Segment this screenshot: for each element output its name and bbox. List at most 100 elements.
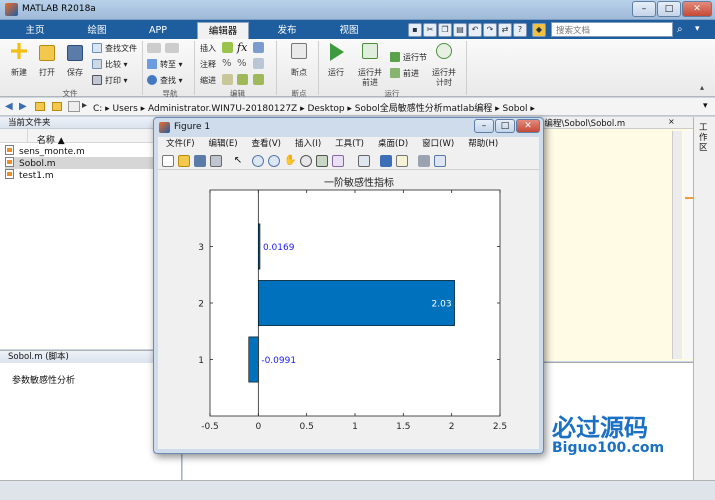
advance-button[interactable]: 前进 — [390, 68, 419, 79]
copy-quick-icon[interactable]: ❐ — [438, 23, 452, 37]
increase-indent-icon[interactable] — [237, 74, 248, 85]
editor-file-path: b编程\Sobol\Sobol.m — [539, 119, 626, 129]
goto-button[interactable]: 转至 ▾ — [147, 59, 183, 70]
tab-editor[interactable]: 编辑器 — [197, 22, 249, 39]
editor-close-icon[interactable]: × — [668, 117, 676, 129]
ribbon-separator — [318, 41, 319, 95]
hide-plot-tools-icon[interactable] — [418, 155, 430, 167]
indent-button[interactable]: 缩进 — [200, 75, 216, 86]
clock-icon — [436, 43, 452, 59]
back-nav-icon[interactable] — [147, 43, 161, 53]
help-quick-icon[interactable]: ? — [513, 23, 527, 37]
pointer-icon[interactable]: ↖ — [232, 155, 244, 167]
decrease-indent-icon[interactable] — [253, 74, 264, 85]
rotate-3d-icon[interactable] — [300, 155, 312, 167]
data-cursor-icon[interactable] — [316, 155, 328, 167]
menu-insert[interactable]: 插入(I) — [295, 139, 321, 149]
current-path[interactable]: C: ▸ Users ▸ Administrator.WIN7U-2018012… — [93, 101, 535, 114]
paste-quick-icon[interactable]: ▤ — [453, 23, 467, 37]
run-section-button[interactable]: 运行节 — [390, 52, 427, 63]
magnifier-icon — [147, 75, 157, 85]
comment-button[interactable]: 注释 — [200, 59, 216, 70]
data-label-3: 0.0169 — [263, 243, 295, 253]
close-button[interactable]: ✕ — [682, 1, 712, 17]
insert-menu-icon[interactable] — [253, 42, 264, 53]
new-figure-icon[interactable] — [162, 155, 174, 167]
title-bar: MATLAB R2018a – □ ✕ — [0, 0, 715, 20]
insert-colorbar-icon[interactable] — [380, 155, 392, 167]
cut-quick-icon[interactable]: ✂ — [423, 23, 437, 37]
analyzer-warning-marker[interactable] — [685, 197, 693, 199]
find-files-button[interactable]: 查找文件 — [92, 43, 137, 54]
browse-folder-icon[interactable] — [52, 102, 62, 111]
breakpoint-icon — [291, 43, 307, 59]
insert-legend-icon[interactable] — [396, 155, 408, 167]
menu-tools[interactable]: 工具(T) — [335, 139, 364, 149]
wrap-comments-icon[interactable] — [253, 58, 264, 69]
figure-minimize-button[interactable]: – — [474, 119, 494, 133]
print-button[interactable]: 打印 ▾ — [92, 75, 128, 86]
comment-percent-icon[interactable]: % — [222, 58, 232, 69]
watermark-url: Biguo100.com — [552, 440, 665, 456]
search-folder-icon[interactable] — [68, 101, 80, 112]
save-figure-icon[interactable] — [194, 155, 206, 167]
menu-help[interactable]: 帮助(H) — [468, 139, 498, 149]
open-file-icon[interactable] — [178, 155, 190, 167]
link-plot-icon[interactable] — [358, 155, 370, 167]
maximize-button[interactable]: □ — [657, 1, 681, 17]
bar-3 — [258, 223, 261, 270]
tab-view[interactable]: 视图 — [326, 22, 372, 39]
show-plot-tools-icon[interactable] — [434, 155, 446, 167]
tab-plots[interactable]: 绘图 — [74, 22, 120, 39]
insert-button[interactable]: 插入 — [200, 43, 216, 54]
menu-edit[interactable]: 编辑(E) — [209, 139, 238, 149]
save-quick-icon[interactable]: ▪ — [408, 23, 422, 37]
m-file-icon — [5, 169, 14, 179]
folder-up-icon[interactable] — [35, 102, 45, 111]
find-button[interactable]: 查找 ▾ — [147, 75, 183, 86]
figure-maximize-button[interactable]: □ — [495, 119, 515, 133]
insert-section-icon[interactable] — [222, 42, 233, 53]
bar-chart: 一阶敏感性指标 -0.5 0 0.5 1 1.5 2 2.5 1 2 3 -0.0991 2.03… — [198, 176, 507, 432]
minimize-button[interactable]: – — [632, 1, 656, 17]
path-dropdown-icon[interactable]: ▾ — [703, 101, 708, 111]
workspace-collapsed-panel[interactable]: 工作区 — [693, 117, 715, 480]
redo-quick-icon[interactable]: ↷ — [483, 23, 497, 37]
menu-file[interactable]: 文件(F) — [166, 139, 195, 149]
smart-indent-icon[interactable] — [222, 74, 233, 85]
brush-icon[interactable] — [332, 155, 344, 167]
pan-hand-icon[interactable]: ✋ — [284, 155, 296, 167]
menu-view[interactable]: 查看(V) — [252, 139, 281, 149]
tab-home[interactable]: 主页 — [12, 22, 58, 39]
collapse-ribbon-icon[interactable]: ▴ — [700, 83, 704, 92]
forward-nav-icon[interactable] — [165, 43, 179, 53]
menu-window[interactable]: 窗口(W) — [422, 139, 454, 149]
tab-publish[interactable]: 发布 — [264, 22, 310, 39]
function-fx-icon[interactable]: fx — [237, 41, 247, 54]
forward-arrow-icon[interactable]: ▶ — [19, 101, 27, 112]
figure-window[interactable]: Figure 1 – □ ✕ 文件(F) 编辑(E) 查看(V) 插入(I) 工具(T)… — [153, 117, 544, 454]
community-icon[interactable]: ◆ — [532, 23, 546, 37]
compare-button[interactable]: 比较 ▾ — [92, 59, 128, 70]
advance-icon — [390, 68, 400, 78]
search-icon[interactable]: ⌕ — [677, 24, 691, 36]
figure-canvas[interactable]: 一阶敏感性指标 -0.5 0 0.5 1 1.5 2 2.5 1 2 3 -0.0991 2.03… — [158, 170, 539, 449]
figure-close-button[interactable]: ✕ — [516, 119, 540, 133]
search-documentation-input[interactable] — [551, 22, 673, 37]
back-arrow-icon[interactable]: ◀ — [5, 101, 13, 112]
print-figure-icon[interactable] — [210, 155, 222, 167]
ribbon-separator — [466, 41, 467, 95]
zoom-in-icon[interactable] — [252, 155, 264, 167]
bell-icon[interactable]: ▾ — [695, 24, 709, 36]
run-section-icon — [390, 52, 400, 62]
zoom-out-icon[interactable] — [268, 155, 280, 167]
menu-desktop[interactable]: 桌面(D) — [378, 139, 408, 149]
editor-scrollbar[interactable] — [672, 131, 682, 359]
goto-arrow-icon — [147, 59, 157, 69]
switch-windows-icon[interactable]: ⇄ — [498, 23, 512, 37]
ribbon-separator — [276, 41, 277, 95]
run-advance-icon — [362, 43, 378, 59]
tab-apps[interactable]: APP — [135, 22, 181, 39]
undo-quick-icon[interactable]: ↶ — [468, 23, 482, 37]
uncomment-icon[interactable]: % — [237, 58, 247, 69]
